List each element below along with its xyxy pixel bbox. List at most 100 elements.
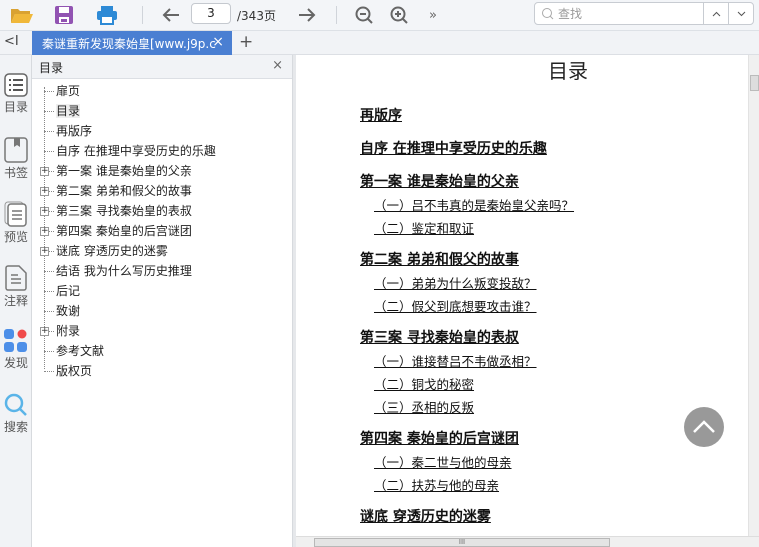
toc-item-label: 第一案 谁是秦始皇的父亲 bbox=[56, 164, 192, 178]
toc-chapter-link[interactable]: 第一案 谁是秦始皇的父亲 bbox=[360, 171, 519, 191]
rail-item-search[interactable]: 搜索 bbox=[0, 393, 32, 435]
toc-tree: 扉页目录再版序自序 在推理中享受历史的乐趣 + 第一案 谁是秦始皇的父亲 + 第二案 弟… bbox=[32, 79, 292, 381]
chevron-down-icon bbox=[737, 11, 745, 16]
toc-section-link[interactable]: （一）谁接替吕不韦做丞相？ bbox=[374, 351, 537, 370]
tab-bar: <I 秦谜重新发现秦始皇[www.j9p.c × + bbox=[0, 31, 759, 55]
save-button[interactable] bbox=[51, 3, 77, 27]
toc-chapter-link[interactable]: 第四案 秦始皇的后宫谜团 bbox=[360, 428, 519, 448]
tab-label: 秦谜重新发现秦始皇[www.j9p.c bbox=[42, 36, 216, 51]
toc-item[interactable]: 参考文献 bbox=[32, 341, 292, 361]
tab-close-icon[interactable]: × bbox=[212, 34, 224, 50]
toc-item-label: 参考文献 bbox=[56, 344, 105, 358]
toc-item-label: 再版序 bbox=[56, 124, 93, 138]
tab-document[interactable]: 秦谜重新发现秦始皇[www.j9p.c × bbox=[32, 31, 232, 55]
zoom-in-button[interactable] bbox=[387, 3, 411, 27]
separator bbox=[336, 6, 337, 24]
add-tab-button[interactable]: + bbox=[239, 32, 253, 52]
back-to-top-button[interactable] bbox=[684, 407, 724, 447]
prev-page-button[interactable] bbox=[158, 3, 184, 27]
zoom-out-icon bbox=[355, 6, 373, 24]
arrow-left-icon bbox=[162, 8, 179, 22]
separator bbox=[142, 6, 143, 24]
rail-item-discover[interactable]: 发现 bbox=[0, 329, 32, 371]
rail-item-preview[interactable]: 预览 bbox=[0, 201, 32, 245]
expand-icon[interactable]: + bbox=[40, 327, 49, 336]
side-rail: 目录 书签 预览 注释 发现 搜索 bbox=[0, 55, 32, 547]
vertical-scrollbar[interactable] bbox=[748, 55, 759, 536]
toc-section-link[interactable]: （二）扶苏与他的母亲 bbox=[374, 475, 499, 494]
tree-connector bbox=[44, 91, 54, 92]
collapse-sidebar-button[interactable]: <I bbox=[4, 34, 19, 49]
tree-connector bbox=[44, 371, 54, 372]
zoom-out-button[interactable] bbox=[352, 3, 376, 27]
toc-section-link[interactable]: （三）丞相的反叛 bbox=[374, 397, 474, 416]
toc-chapter-link[interactable]: 第二案 弟弟和假父的故事 bbox=[360, 249, 519, 269]
page-number-input[interactable]: 3 bbox=[191, 3, 231, 24]
chevron-up-icon bbox=[693, 420, 715, 433]
toc-item-label: 扉页 bbox=[56, 84, 81, 98]
rail-item-bookmark[interactable]: 书签 bbox=[0, 137, 32, 181]
tree-connector bbox=[44, 131, 54, 132]
toc-item-label: 第四案 秦始皇的后宫谜团 bbox=[56, 224, 192, 238]
toc-item[interactable]: + 谜底 穿透历史的迷雾 bbox=[32, 241, 292, 261]
toc-item[interactable]: 版权页 bbox=[32, 361, 292, 381]
toc-section-link[interactable]: （一）秦二世与他的母亲 bbox=[374, 452, 512, 471]
horizontal-scroll-thumb[interactable]: III bbox=[314, 538, 610, 547]
search-next-button[interactable] bbox=[728, 3, 753, 24]
search-box: 查找 bbox=[534, 2, 754, 25]
rail-item-toc[interactable]: 目录 bbox=[0, 73, 32, 115]
toc-item[interactable]: 结语 我为什么写历史推理 bbox=[32, 261, 292, 281]
toc-section-link[interactable]: （二）鉴定和取证 bbox=[374, 218, 474, 237]
toc-item-label: 目录 bbox=[56, 104, 81, 118]
toc-chapter-link[interactable]: 再版序 bbox=[360, 105, 402, 125]
expand-icon[interactable]: + bbox=[40, 167, 49, 176]
toc-chapter-link[interactable]: 自序 在推理中享受历史的乐趣 bbox=[360, 138, 547, 158]
rail-item-notes[interactable]: 注释 bbox=[0, 265, 32, 309]
toc-section-link[interactable]: （二）假父到底想要攻击谁？ bbox=[374, 296, 537, 315]
toc-item[interactable]: 后记 bbox=[32, 281, 292, 301]
next-page-button[interactable] bbox=[294, 3, 320, 27]
toc-item-label: 后记 bbox=[56, 284, 81, 298]
toc-chapter-link[interactable]: 谜底 穿透历史的迷雾 bbox=[360, 506, 491, 526]
toc-panel: 目录 × 扉页 目录 再版序 自序 在推理中享受历史的乐趣 + 第一案 谁是秦始皇的父亲 +… bbox=[32, 55, 293, 547]
toc-item-label: 第二案 弟弟和假父的故事 bbox=[56, 184, 192, 198]
toc-header: 目录 × bbox=[32, 55, 292, 79]
toc-section-link[interactable]: （二）铜戈的秘密 bbox=[374, 374, 474, 393]
print-button[interactable] bbox=[94, 3, 120, 27]
bookmark-icon bbox=[4, 137, 28, 163]
toc-item[interactable]: + 第四案 秦始皇的后宫谜团 bbox=[32, 221, 292, 241]
horizontal-scrollbar[interactable]: III bbox=[296, 536, 759, 547]
tree-connector bbox=[44, 271, 54, 272]
toc-item[interactable]: 目录 bbox=[32, 101, 292, 121]
toc-item-label: 自序 在推理中享受历史的乐趣 bbox=[56, 144, 216, 158]
tree-connector bbox=[44, 291, 54, 292]
toc-item[interactable]: 致谢 bbox=[32, 301, 292, 321]
toc-item[interactable]: 自序 在推理中享受历史的乐趣 bbox=[32, 141, 292, 161]
toc-item[interactable]: + 附录 bbox=[32, 321, 292, 341]
toc-item[interactable]: 扉页 bbox=[32, 81, 292, 101]
rail-label: 目录 bbox=[3, 100, 28, 114]
toolbar: 3 /343页 » 查找 bbox=[0, 0, 759, 31]
toc-item[interactable]: + 第二案 弟弟和假父的故事 bbox=[32, 181, 292, 201]
toc-title: 目录 bbox=[39, 61, 64, 75]
tree-connector bbox=[44, 351, 54, 352]
toc-item[interactable]: + 第一案 谁是秦始皇的父亲 bbox=[32, 161, 292, 181]
toc-section-link[interactable]: （一）弟弟为什么叛变投敌？ bbox=[374, 273, 537, 292]
expand-icon[interactable]: + bbox=[40, 227, 49, 236]
toc-close-icon[interactable]: × bbox=[272, 58, 283, 73]
expand-icon[interactable]: + bbox=[40, 247, 49, 256]
tree-connector bbox=[44, 151, 54, 152]
rail-label: 书签 bbox=[3, 166, 28, 180]
toc-chapter-link[interactable]: 第三案 寻找秦始皇的表叔 bbox=[360, 327, 519, 347]
expand-icon[interactable]: + bbox=[40, 207, 49, 216]
open-folder-button[interactable] bbox=[8, 3, 36, 27]
search-input[interactable]: 查找 bbox=[535, 3, 703, 24]
document-title: 目录 bbox=[548, 59, 588, 83]
expand-icon[interactable]: + bbox=[40, 187, 49, 196]
search-prev-button[interactable] bbox=[703, 3, 728, 24]
toc-section-link[interactable]: （一）吕不韦真的是秦始皇父亲吗？ bbox=[374, 195, 574, 214]
toc-item[interactable]: 再版序 bbox=[32, 121, 292, 141]
vertical-scroll-thumb[interactable] bbox=[750, 75, 759, 91]
toc-item[interactable]: + 第三案 寻找秦始皇的表叔 bbox=[32, 201, 292, 221]
more-tools-button[interactable]: » bbox=[424, 3, 442, 27]
